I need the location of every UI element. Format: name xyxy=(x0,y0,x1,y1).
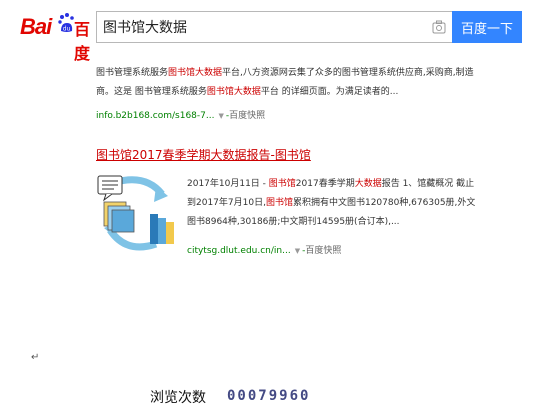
snippet-text: 2017春季学期 xyxy=(295,179,355,189)
result-2-title[interactable]: 图书馆2017春季学期大数据报告-图书馆 xyxy=(96,146,311,163)
snippet-text: 图书管理系统服务 xyxy=(96,68,169,78)
result-2-thumbnail[interactable] xyxy=(96,172,178,254)
view-count-label: 浏览次数 xyxy=(150,390,206,406)
view-count-value: 00079960 xyxy=(227,388,311,404)
dropdown-arrow-icon[interactable]: ▼ xyxy=(218,112,223,120)
svg-text:du: du xyxy=(63,26,71,33)
highlighted-keyword: 大数据 xyxy=(354,179,382,189)
search-box xyxy=(96,11,452,43)
result-2-url-line: citytsg.dlut.edu.cn/in... ▼ -百度快照 xyxy=(187,246,342,256)
result-1-url-line: info.b2b168.com/s168-7... ▼ -百度快照 xyxy=(96,111,266,121)
result-1-url[interactable]: info.b2b168.com/s168-7... xyxy=(96,111,214,121)
search-input[interactable] xyxy=(97,12,417,42)
highlighted-keyword: 图书馆 xyxy=(268,179,296,189)
search-button[interactable]: 百度一下 xyxy=(452,11,522,43)
snippet-text: 平台 的详细页面。为满足读者的... xyxy=(260,87,399,97)
highlighted-keyword: 图书馆 xyxy=(265,198,293,208)
paragraph-mark: ↵ xyxy=(31,352,40,363)
result-2-cache-link[interactable]: 百度快照 xyxy=(305,246,341,256)
paw-icon: du xyxy=(58,13,74,33)
dropdown-arrow-icon[interactable]: ▼ xyxy=(295,247,300,255)
highlighted-keyword: 图书馆大数据 xyxy=(168,68,223,78)
snippet-text: 2017年10月11日 - xyxy=(187,179,269,189)
highlighted-keyword: 图书馆大数据 xyxy=(206,87,261,97)
camera-icon[interactable] xyxy=(432,20,446,34)
logo-bai-lettering: Bai xyxy=(20,14,52,39)
result-2-url[interactable]: citytsg.dlut.edu.cn/in... xyxy=(187,246,291,256)
logo-text: 百度 xyxy=(74,20,91,63)
result-1-snippet: 图书管理系统服务图书馆大数据平台,八方资源网云集了众多的图书管理系统供应商,采购… xyxy=(96,64,476,102)
baidu-logo[interactable]: Bai du 百度 xyxy=(20,10,92,63)
result-1-cache-link[interactable]: 百度快照 xyxy=(229,111,265,121)
result-2-snippet: 2017年10月11日 - 图书馆2017春季学期大数据报告 1、馆藏概况 截止… xyxy=(187,175,477,232)
